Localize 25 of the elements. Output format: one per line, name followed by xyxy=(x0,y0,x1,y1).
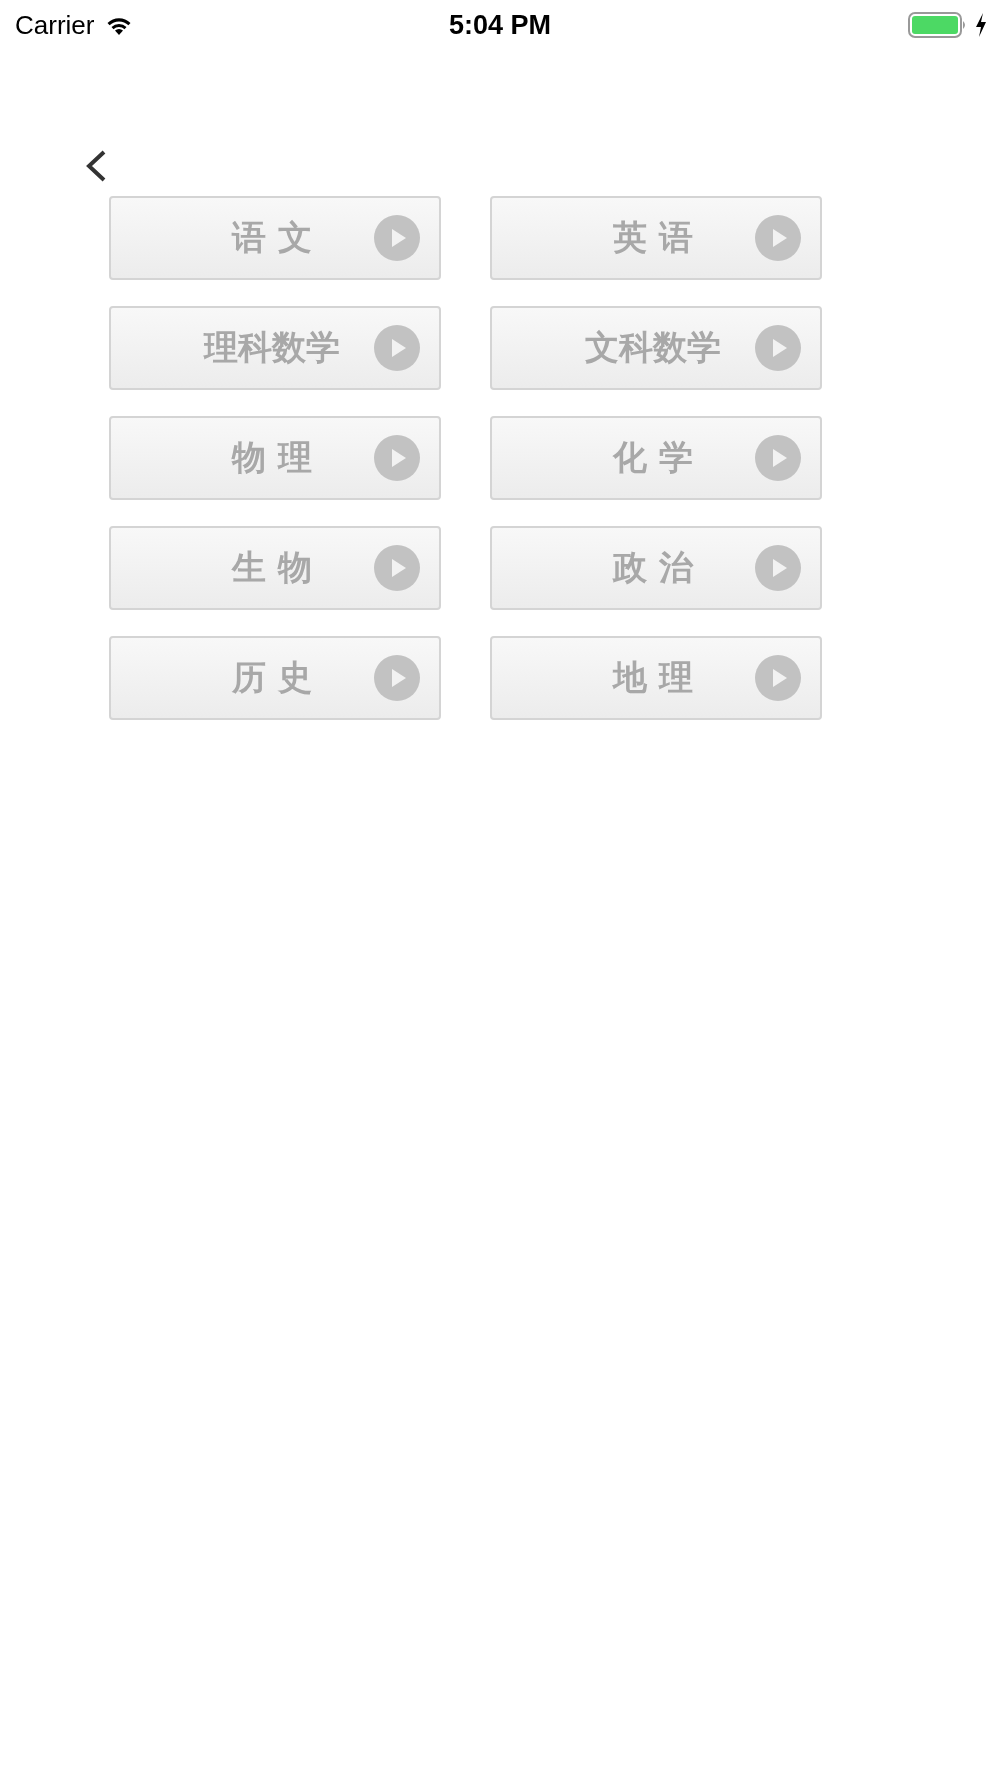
play-icon xyxy=(373,324,421,372)
play-icon xyxy=(373,214,421,262)
subject-button[interactable]: 地 理 xyxy=(490,636,822,720)
subject-button[interactable]: 历 史 xyxy=(109,636,441,720)
play-icon xyxy=(754,324,802,372)
subject-button[interactable]: 英 语 xyxy=(490,196,822,280)
subject-button[interactable]: 物 理 xyxy=(109,416,441,500)
subject-button[interactable]: 化 学 xyxy=(490,416,822,500)
subject-button[interactable]: 理科数学 xyxy=(109,306,441,390)
back-icon[interactable] xyxy=(84,149,108,183)
battery-icon xyxy=(908,12,968,38)
carrier-name: Carrier xyxy=(15,9,95,41)
play-icon xyxy=(754,654,802,702)
subject-button[interactable]: 文科数学 xyxy=(490,306,822,390)
subject-button[interactable]: 政 治 xyxy=(490,526,822,610)
play-icon xyxy=(373,434,421,482)
subject-button[interactable]: 语 文 xyxy=(109,196,441,280)
play-icon xyxy=(754,544,802,592)
play-icon xyxy=(373,654,421,702)
play-icon xyxy=(373,544,421,592)
charging-icon xyxy=(974,12,988,38)
subject-button[interactable]: 生 物 xyxy=(109,526,441,610)
play-icon xyxy=(754,214,802,262)
clock-time: 5:04 PM xyxy=(449,9,551,41)
play-icon xyxy=(754,434,802,482)
